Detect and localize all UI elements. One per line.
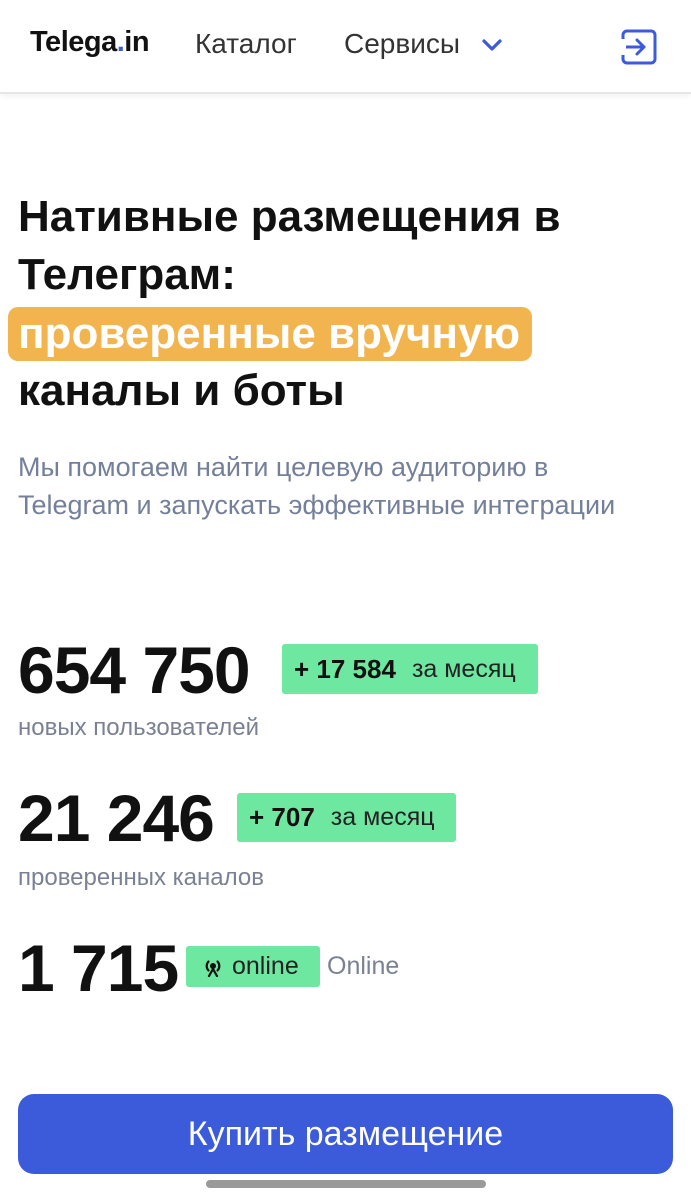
stat-online-badge-text: online: [232, 952, 299, 980]
stat-online-badge: online: [186, 946, 320, 987]
stat-channels-delta: + 707: [249, 802, 315, 832]
stat-channels-value: 21 246: [18, 781, 215, 855]
stat-users-label: новых пользователей: [18, 714, 260, 741]
stat-channels-badge: + 707 за месяц: [237, 793, 456, 842]
hero-highlight-row: проверенные вручную: [8, 304, 668, 362]
stat-channels-period: за месяц: [330, 803, 435, 831]
logo-main: Telega: [30, 26, 117, 58]
stat-users: 654 750 + 17 584 за месяц новых пользова…: [18, 634, 658, 754]
buy-placement-button[interactable]: Купить размещение: [18, 1094, 673, 1174]
stat-online-label: Online: [327, 952, 400, 980]
chevron-down-icon[interactable]: [480, 36, 504, 54]
stat-users-badge: + 17 584 за месяц: [282, 644, 538, 694]
stat-online-value: 1 715: [18, 931, 179, 1005]
stat-users-value: 654 750: [18, 633, 251, 707]
hero-title: Нативные размещения в Телеграм: проверен…: [8, 188, 668, 420]
logo-suffix: in: [124, 26, 150, 58]
nav-catalog-link[interactable]: Каталог: [195, 28, 297, 60]
stat-channels: 21 246 + 707 за месяц проверенных канало…: [18, 782, 658, 902]
broadcast-icon: [205, 959, 221, 977]
telega-logo[interactable]: Telega.in: [30, 26, 150, 59]
stat-online: 1 715 online Online: [18, 932, 658, 1012]
login-icon[interactable]: [620, 28, 658, 66]
home-indicator: [206, 1180, 486, 1188]
stat-users-delta: + 17 584: [294, 653, 396, 684]
hero-title-line-2: Телеграм:: [18, 250, 236, 299]
hero-highlight: проверенные вручную: [8, 307, 533, 361]
stat-channels-label: проверенных каналов: [18, 864, 264, 891]
top-navbar: Telega.in Каталог Сервисы: [0, 0, 691, 94]
hero-title-line-4: каналы и боты: [18, 366, 345, 415]
nav-services-dropdown[interactable]: Сервисы: [344, 28, 460, 60]
hero-title-line-1: Нативные размещения в: [18, 192, 561, 241]
stat-users-period: за месяц: [411, 654, 516, 683]
hero-subtitle: Мы помогаем найти целевую аудиторию в Te…: [18, 452, 616, 520]
